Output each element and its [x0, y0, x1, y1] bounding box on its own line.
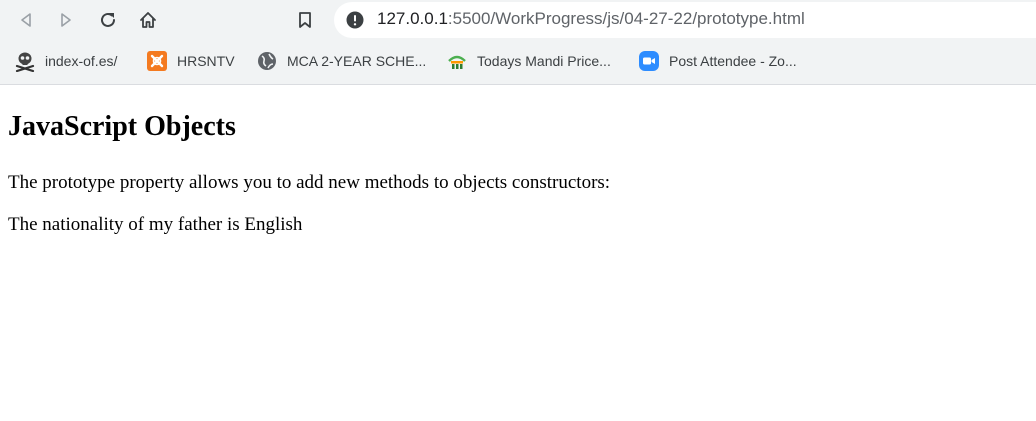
address-bar[interactable]: 127.0.0.1:5500/WorkProgress/js/04-27-22/…	[334, 2, 1036, 38]
xampp-logo-icon	[146, 50, 168, 72]
bookmark-label: HRSNTV	[177, 53, 235, 69]
bookmark-page-button[interactable]	[291, 6, 319, 34]
bookmark-icon	[299, 12, 311, 28]
url-host: 127.0.0.1	[377, 9, 448, 28]
page-heading: JavaScript Objects	[8, 111, 236, 142]
back-button[interactable]	[12, 6, 40, 34]
back-arrow-icon	[21, 13, 31, 27]
url-text[interactable]: 127.0.0.1:5500/WorkProgress/js/04-27-22/…	[377, 9, 805, 29]
browser-chrome: 127.0.0.1:5500/WorkProgress/js/04-27-22/…	[0, 0, 1036, 85]
bookmark-mandi-price[interactable]: Todays Mandi Price...	[446, 49, 611, 73]
browser-toolbar: 127.0.0.1:5500/WorkProgress/js/04-27-22/…	[0, 0, 1036, 40]
bookmark-label: index-of.es/	[45, 53, 118, 69]
reload-button[interactable]	[94, 6, 122, 34]
forward-button[interactable]	[52, 6, 80, 34]
bookmark-index-of[interactable]: index-of.es/	[14, 49, 117, 73]
demo-output: The nationality of my father is English	[8, 214, 303, 235]
globe-icon	[256, 50, 278, 72]
bookmark-zoom[interactable]: Post Attendee - Zo...	[638, 49, 797, 73]
page-description: The prototype property allows you to add…	[8, 172, 611, 193]
reload-icon	[101, 12, 115, 27]
bookmark-mca-schedule[interactable]: MCA 2-YEAR SCHE...	[256, 49, 426, 73]
bookmark-label: Todays Mandi Price...	[477, 53, 611, 69]
home-icon	[140, 12, 156, 28]
home-button[interactable]	[134, 6, 162, 34]
page-content: JavaScript Objects The prototype propert…	[0, 85, 1036, 421]
bookmark-hrsntv[interactable]: HRSNTV	[146, 49, 235, 73]
bookmark-label: Post Attendee - Zo...	[669, 53, 797, 69]
bookmark-label: MCA 2-YEAR SCHE...	[287, 53, 427, 69]
mandi-logo-icon	[446, 50, 468, 72]
bookmarks-bar: index-of.es/ HRSNTV MCA 2-YEAR SCHE... T…	[0, 46, 1036, 76]
site-info-icon[interactable]	[346, 11, 364, 29]
zoom-video-icon	[638, 50, 660, 72]
skull-crossbones-icon	[14, 50, 36, 72]
url-path: :5500/WorkProgress/js/04-27-22/prototype…	[447, 9, 805, 28]
forward-arrow-icon	[61, 13, 71, 27]
